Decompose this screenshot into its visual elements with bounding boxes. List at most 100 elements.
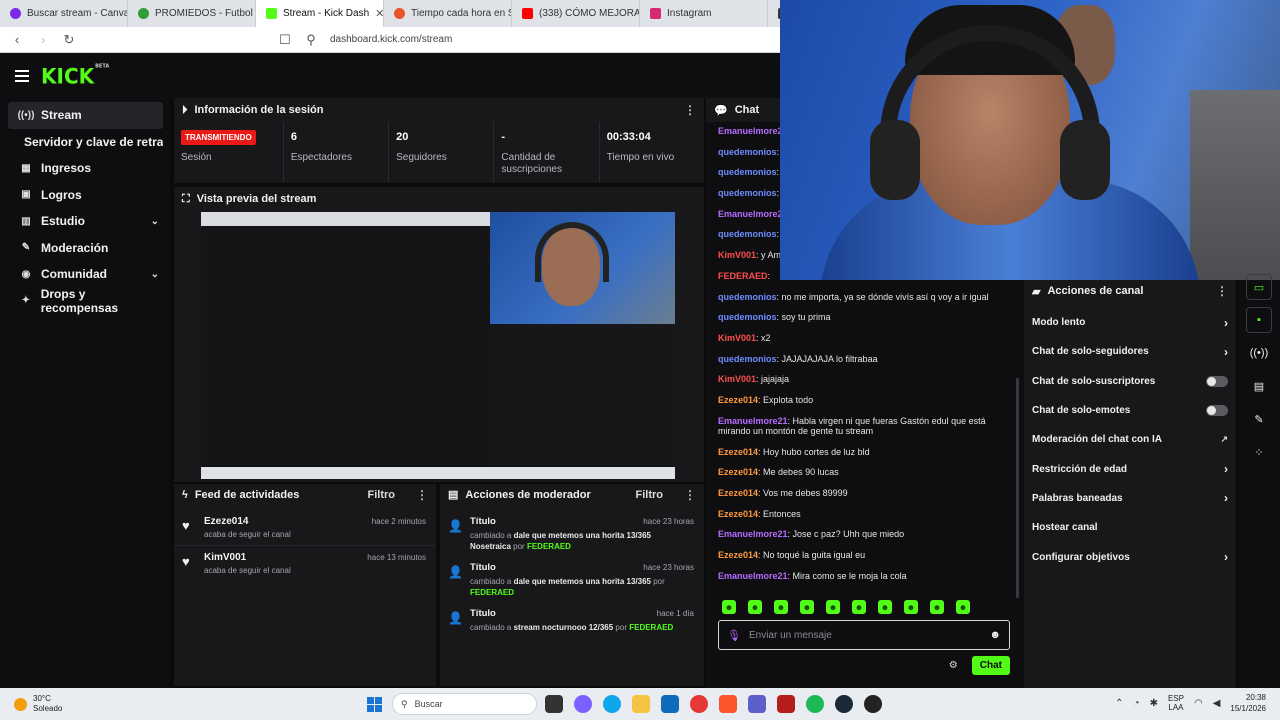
chat-username[interactable]: Ezeze014	[718, 488, 758, 498]
browser-tab-weather[interactable]: Tiempo cada hora en San	[384, 0, 512, 27]
chat-username[interactable]: Emanuelmore21	[718, 571, 788, 581]
chat-username[interactable]: Emanuelmore21	[718, 529, 788, 539]
channel-action-host[interactable]: Hostear canal	[1024, 513, 1236, 542]
task-view-icon[interactable]	[545, 695, 563, 713]
chat-username[interactable]: Emanuelmore21	[718, 126, 788, 136]
file-explorer-icon[interactable]	[632, 695, 650, 713]
spotify-icon[interactable]	[806, 695, 824, 713]
clock[interactable]: 20:38 15/1/2026	[1230, 692, 1266, 714]
sidebar-item-moderacion[interactable]: ✎ Moderación	[8, 235, 163, 262]
layout-icon[interactable]: ▭	[1246, 274, 1272, 300]
chat-username[interactable]: Ezeze014	[718, 509, 758, 519]
weather-widget[interactable]: 30°C Soleado	[14, 694, 62, 714]
channel-action-ai-moderation[interactable]: Moderación del chat con IA ↗	[1024, 425, 1236, 454]
site-info-icon[interactable]: ⚲	[304, 32, 318, 48]
stream-preview-video[interactable]	[201, 212, 675, 479]
chat-username[interactable]: quedemonios	[718, 188, 777, 198]
emote-icon[interactable]: ☻	[774, 600, 788, 614]
chat-username[interactable]: Emanuelmore21	[718, 416, 788, 426]
chat-username[interactable]: Ezeze014	[718, 395, 758, 405]
emote-icon[interactable]: ☻	[826, 600, 840, 614]
users-icon[interactable]: ▤	[1246, 373, 1272, 399]
chat-username[interactable]: FEDERAED	[718, 271, 768, 281]
emote-icon[interactable]: ☻	[878, 600, 892, 614]
browser-tab-promiedos[interactable]: PROMIEDOS - Futbol Arge	[128, 0, 256, 27]
reload-icon[interactable]: ↻	[62, 32, 76, 48]
brave-icon[interactable]	[719, 695, 737, 713]
forward-icon[interactable]: ›	[36, 32, 50, 47]
sidebar-item-logros[interactable]: ▣ Logros	[8, 182, 163, 209]
chat-username[interactable]: quedemonios	[718, 292, 777, 302]
edge-icon[interactable]	[603, 695, 621, 713]
flash-icon[interactable]	[777, 695, 795, 713]
back-icon[interactable]: ‹	[10, 32, 24, 47]
sidebar-item-drops[interactable]: ✦ Drops y recompensas	[8, 287, 163, 315]
microphone-icon[interactable]: 🎙	[727, 629, 741, 642]
chat-icon[interactable]: ▪	[1246, 307, 1272, 333]
windows-start-icon[interactable]	[367, 697, 382, 712]
chat-username[interactable]: Ezeze014	[718, 447, 758, 457]
sidebar-item-stream[interactable]: ((•)) Stream	[8, 102, 163, 129]
chat-username[interactable]: KimV001	[718, 250, 756, 260]
emote-icon[interactable]: ☻	[748, 600, 762, 614]
chat-scrollbar[interactable]	[1016, 378, 1019, 598]
drag-handle-icon[interactable]: ⁘	[1246, 439, 1272, 465]
channel-action-age-restriction[interactable]: Restricción de edad ›	[1024, 454, 1236, 483]
sidebar-item-comunidad[interactable]: ◉ Comunidad ⌄	[8, 261, 163, 288]
language-indicator[interactable]: ESP LAA	[1168, 694, 1184, 712]
bluetooth-icon[interactable]: ✱	[1150, 698, 1158, 709]
browser-tab-canva[interactable]: Buscar stream - Canva	[0, 0, 128, 27]
sidebar-item-server-key[interactable]: Servidor y clave de retransm	[8, 129, 163, 156]
channel-action-banned-words[interactable]: Palabras baneadas ›	[1024, 484, 1236, 513]
chat-username[interactable]: quedemonios	[718, 167, 777, 177]
more-options-icon[interactable]: ⋮	[684, 103, 696, 117]
mod-filter-button[interactable]: Filtro	[636, 489, 664, 501]
browser-tab-kick[interactable]: Stream - Kick Dash ✕	[256, 0, 384, 27]
kick-logo[interactable]: KICKBETA	[41, 63, 109, 88]
more-options-icon[interactable]: ⋮	[1216, 284, 1228, 298]
gear-icon[interactable]: ⚙	[949, 660, 958, 671]
channel-action-goals[interactable]: Configurar objetivos ›	[1024, 542, 1236, 571]
emote-icon[interactable]: ☻	[904, 600, 918, 614]
more-options-icon[interactable]: ⋮	[416, 488, 428, 502]
more-options-icon[interactable]: ⋮	[684, 488, 696, 502]
teams-icon[interactable]	[748, 695, 766, 713]
emote-icon[interactable]: ☻	[852, 600, 866, 614]
copilot-icon[interactable]	[574, 695, 592, 713]
chat-username[interactable]: Emanuelmore21	[718, 209, 788, 219]
wifi-icon[interactable]: ◠	[1194, 698, 1203, 709]
send-chat-button[interactable]: Chat	[971, 656, 1010, 675]
emotes-only-toggle[interactable]	[1206, 405, 1228, 417]
chat-message-input[interactable]	[748, 629, 982, 641]
browser-tab-instagram[interactable]: Instagram	[640, 0, 768, 27]
chat-username[interactable]: KimV001	[718, 374, 756, 384]
close-tab-icon[interactable]: ✕	[375, 7, 383, 20]
url-text[interactable]: dashboard.kick.com/stream	[330, 34, 452, 45]
emote-icon[interactable]: ☻	[722, 600, 736, 614]
subscribers-only-toggle[interactable]	[1206, 375, 1228, 387]
browser-tab-youtube[interactable]: (338) CÓMO MEJORAR EL	[512, 0, 640, 27]
feed-filter-button[interactable]: Filtro	[368, 489, 396, 501]
channel-action-slow-mode[interactable]: Modo lento ›	[1024, 308, 1236, 337]
outlook-icon[interactable]	[661, 695, 679, 713]
chat-username[interactable]: quedemonios	[718, 354, 777, 364]
broadcast-icon[interactable]: ((•))	[1246, 340, 1272, 366]
emote-icon[interactable]: ☻	[956, 600, 970, 614]
bookmark-icon[interactable]: ☐	[278, 32, 292, 48]
menu-icon[interactable]	[15, 69, 29, 82]
emote-icon[interactable]: ☻	[930, 600, 944, 614]
taskbar-search[interactable]: ⚲ Buscar	[392, 693, 537, 715]
chrome-icon[interactable]	[690, 695, 708, 713]
chat-username[interactable]: Ezeze014	[718, 550, 758, 560]
wrench-icon[interactable]: ✎	[1246, 406, 1272, 432]
channel-action-followers-only[interactable]: Chat de solo-seguidores ›	[1024, 337, 1236, 366]
chat-username[interactable]: quedemonios	[718, 229, 777, 239]
emote-icon[interactable]: ☻	[800, 600, 814, 614]
obs-icon[interactable]	[864, 695, 882, 713]
sidebar-item-ingresos[interactable]: ▦ Ingresos	[8, 155, 163, 182]
chat-username[interactable]: quedemonios	[718, 147, 777, 157]
chat-username[interactable]: KimV001	[718, 333, 756, 343]
volume-icon[interactable]: ◀	[1213, 698, 1221, 709]
emoji-picker-icon[interactable]: ☻	[989, 629, 1001, 641]
sidebar-item-estudio[interactable]: ▥ Estudio ⌄	[8, 208, 163, 235]
